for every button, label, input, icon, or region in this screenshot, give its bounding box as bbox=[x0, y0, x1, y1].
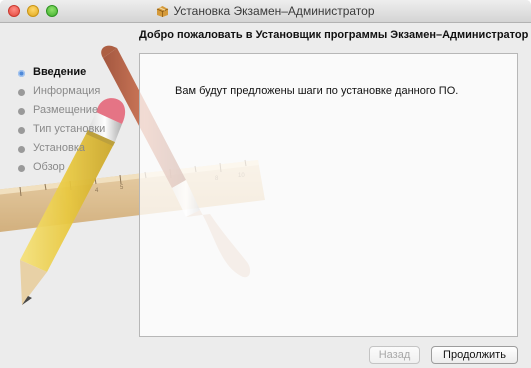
step-bullet-icon bbox=[18, 146, 25, 153]
package-icon bbox=[156, 5, 169, 20]
step-bullet-icon bbox=[18, 127, 25, 134]
step-bullet-icon bbox=[18, 165, 25, 172]
installer-window: 4 5 8 10 bbox=[0, 0, 531, 368]
step-label: Установка bbox=[33, 142, 85, 154]
window-title-container: Установка Экзамен–Администратор bbox=[0, 4, 531, 20]
step-label: Размещение bbox=[33, 104, 99, 116]
step-bullet-icon bbox=[18, 70, 25, 77]
intro-text: Вам будут предложены шаги по установке д… bbox=[175, 85, 459, 97]
step-label: Информация bbox=[33, 85, 101, 97]
step-label: Тип установки bbox=[33, 123, 106, 135]
page-heading: Добро пожаловать в Установщик программы … bbox=[139, 29, 529, 41]
step-label: Обзор bbox=[33, 161, 65, 173]
step-label: Введение bbox=[33, 66, 87, 78]
title-bar: Установка Экзамен–Администратор bbox=[0, 0, 531, 23]
back-button[interactable]: Назад bbox=[369, 346, 420, 364]
window-title: Установка Экзамен–Администратор bbox=[173, 4, 375, 18]
step-bullet-icon bbox=[18, 108, 25, 115]
continue-button[interactable]: Продолжить bbox=[431, 346, 518, 364]
content-pane: Вам будут предложены шаги по установке д… bbox=[139, 53, 518, 337]
step-bullet-icon bbox=[18, 89, 25, 96]
